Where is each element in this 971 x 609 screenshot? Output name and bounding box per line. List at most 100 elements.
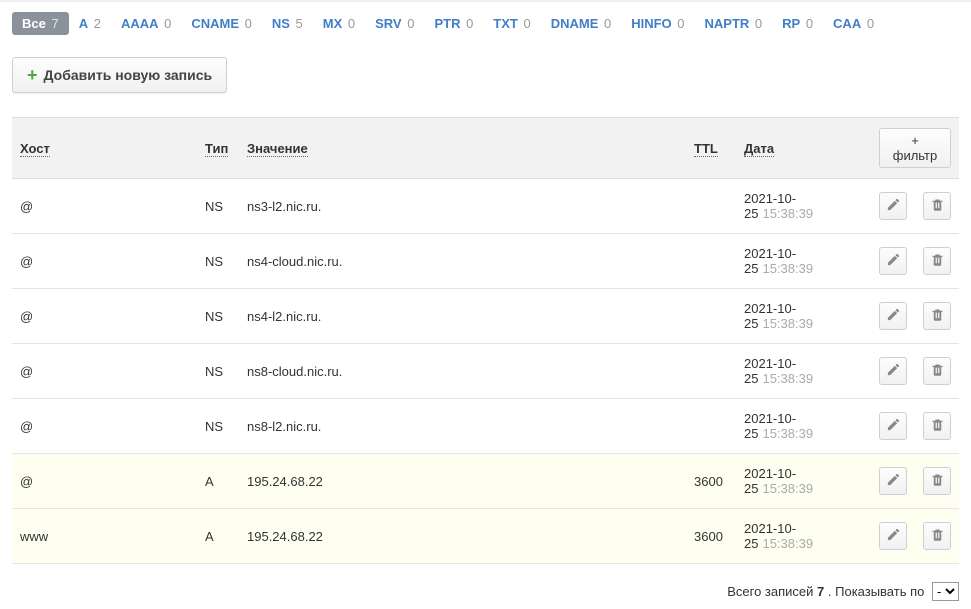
tab-count: 0 bbox=[520, 16, 531, 31]
cell-value: ns3-l2.nic.ru. bbox=[239, 179, 686, 234]
cell-ttl bbox=[686, 344, 736, 399]
tab-count: 0 bbox=[863, 16, 874, 31]
tab-label: DNAME bbox=[551, 16, 599, 31]
tab-naptr[interactable]: NAPTR 0 bbox=[695, 12, 773, 35]
tab-caa[interactable]: CAA 0 bbox=[823, 12, 884, 35]
total-label: Всего записей bbox=[727, 584, 813, 599]
cell-date: 2021-10-2515:38:39 bbox=[736, 344, 871, 399]
tab-label: AAAA bbox=[121, 16, 159, 31]
edit-button[interactable] bbox=[879, 247, 907, 275]
tab-count: 5 bbox=[292, 16, 303, 31]
cell-host: www bbox=[12, 509, 197, 564]
col-date-header[interactable]: Дата bbox=[744, 141, 774, 157]
filter-button[interactable]: + фильтр bbox=[879, 128, 951, 168]
page-size-select[interactable]: - bbox=[932, 582, 959, 601]
cell-date: 2021-10-2515:38:39 bbox=[736, 289, 871, 344]
tab-ns[interactable]: NS 5 bbox=[262, 12, 313, 35]
tab-cname[interactable]: CNAME 0 bbox=[181, 12, 262, 35]
table-row: @NSns3-l2.nic.ru. 2021-10-2515:38:39 bbox=[12, 179, 959, 234]
delete-button[interactable] bbox=[923, 412, 951, 440]
edit-button[interactable] bbox=[879, 357, 907, 385]
tab-label: NAPTR bbox=[705, 16, 750, 31]
pencil-icon bbox=[886, 417, 901, 435]
records-table: Хост Тип Значение TTL Дата + фильтр @NSn… bbox=[12, 117, 959, 564]
tab-count: 0 bbox=[161, 16, 172, 31]
cell-date: 2021-10-2515:38:39 bbox=[736, 179, 871, 234]
edit-button[interactable] bbox=[879, 412, 907, 440]
tab-label: MX bbox=[323, 16, 343, 31]
tab-label: SRV bbox=[375, 16, 402, 31]
total-count: 7 bbox=[817, 584, 824, 599]
tab-hinfo[interactable]: HINFO 0 bbox=[621, 12, 694, 35]
delete-button[interactable] bbox=[923, 192, 951, 220]
tab-label: Все bbox=[22, 16, 46, 31]
cell-host: @ bbox=[12, 399, 197, 454]
tab-txt[interactable]: TXT 0 bbox=[483, 12, 540, 35]
table-row: @NSns8-cloud.nic.ru.2021-10-2515:38:39 bbox=[12, 344, 959, 399]
pencil-icon bbox=[886, 527, 901, 545]
record-type-tabs: Все 7A 2AAAA 0CNAME 0NS 5MX 0SRV 0PTR 0T… bbox=[0, 0, 971, 43]
table-header-row: Хост Тип Значение TTL Дата + фильтр bbox=[12, 118, 959, 179]
cell-type: NS bbox=[197, 289, 239, 344]
tab-dname[interactable]: DNAME 0 bbox=[541, 12, 622, 35]
cell-host: @ bbox=[12, 344, 197, 399]
tab-ptr[interactable]: PTR 0 bbox=[424, 12, 483, 35]
tab-count: 0 bbox=[241, 16, 252, 31]
col-host-header[interactable]: Хост bbox=[20, 141, 50, 157]
pencil-icon bbox=[886, 307, 901, 325]
tab-count: 7 bbox=[48, 16, 59, 31]
add-record-button[interactable]: + Добавить новую запись bbox=[12, 57, 227, 93]
table-row: @A195.24.68.2236002021-10-2515:38:39 bbox=[12, 454, 959, 509]
cell-value: ns4-cloud.nic.ru. bbox=[239, 234, 686, 289]
tab-label: CAA bbox=[833, 16, 861, 31]
edit-button[interactable] bbox=[879, 522, 907, 550]
tab-count: 0 bbox=[462, 16, 473, 31]
tab-count: 0 bbox=[802, 16, 813, 31]
edit-button[interactable] bbox=[879, 192, 907, 220]
tab-rp[interactable]: RP 0 bbox=[772, 12, 823, 35]
cell-date: 2021-10-2515:38:39 bbox=[736, 509, 871, 564]
tab-mx[interactable]: MX 0 bbox=[313, 12, 365, 35]
cell-type: NS bbox=[197, 399, 239, 454]
tab-label: RP bbox=[782, 16, 800, 31]
table-footer: Всего записей 7 . Показывать по - bbox=[0, 564, 971, 609]
cell-value: 195.24.68.22 bbox=[239, 454, 686, 509]
delete-button[interactable] bbox=[923, 522, 951, 550]
cell-ttl bbox=[686, 289, 736, 344]
tab-srv[interactable]: SRV 0 bbox=[365, 12, 424, 35]
cell-host: @ bbox=[12, 179, 197, 234]
delete-button[interactable] bbox=[923, 357, 951, 385]
pencil-icon bbox=[886, 472, 901, 490]
col-ttl-header[interactable]: TTL bbox=[694, 141, 718, 157]
trash-icon bbox=[930, 527, 945, 545]
trash-icon bbox=[930, 252, 945, 270]
tab-aaaa[interactable]: AAAA 0 bbox=[111, 12, 181, 35]
tab-label: PTR bbox=[434, 16, 460, 31]
cell-ttl bbox=[686, 179, 736, 234]
cell-host: @ bbox=[12, 454, 197, 509]
trash-icon bbox=[930, 362, 945, 380]
pencil-icon bbox=[886, 252, 901, 270]
tab-count: 0 bbox=[344, 16, 355, 31]
cell-ttl: 3600 bbox=[686, 509, 736, 564]
tab-label: CNAME bbox=[191, 16, 239, 31]
tab-a[interactable]: A 2 bbox=[69, 12, 111, 35]
tab-label: A bbox=[79, 16, 88, 31]
cell-ttl: 3600 bbox=[686, 454, 736, 509]
plus-icon: + bbox=[27, 66, 38, 84]
trash-icon bbox=[930, 417, 945, 435]
cell-ttl bbox=[686, 399, 736, 454]
cell-type: NS bbox=[197, 179, 239, 234]
table-row: @NSns8-l2.nic.ru.2021-10-2515:38:39 bbox=[12, 399, 959, 454]
delete-button[interactable] bbox=[923, 467, 951, 495]
delete-button[interactable] bbox=[923, 247, 951, 275]
trash-icon bbox=[930, 307, 945, 325]
trash-icon bbox=[930, 472, 945, 490]
tab-все[interactable]: Все 7 bbox=[12, 12, 69, 35]
edit-button[interactable] bbox=[879, 302, 907, 330]
col-value-header[interactable]: Значение bbox=[247, 141, 308, 157]
col-type-header[interactable]: Тип bbox=[205, 141, 228, 157]
delete-button[interactable] bbox=[923, 302, 951, 330]
cell-date: 2021-10-2515:38:39 bbox=[736, 234, 871, 289]
edit-button[interactable] bbox=[879, 467, 907, 495]
